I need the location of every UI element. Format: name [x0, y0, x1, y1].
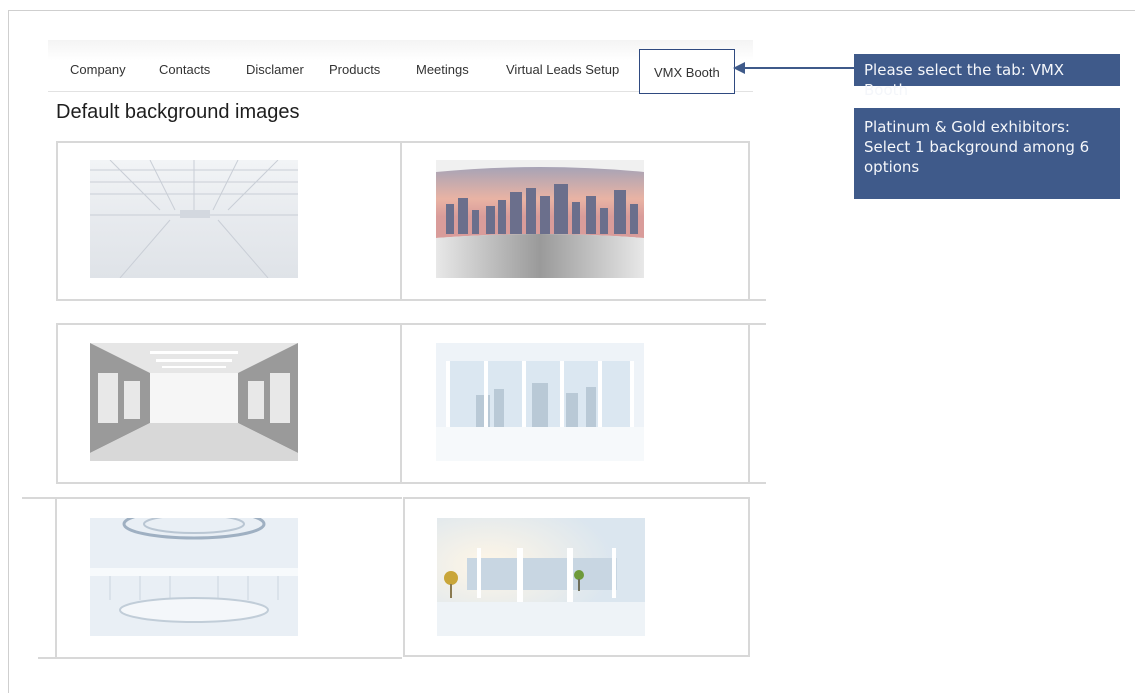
window-wall-city-image [436, 343, 644, 461]
sunlit-lobby-image [437, 518, 645, 636]
background-option-2[interactable] [436, 160, 644, 278]
background-option-5[interactable] [90, 518, 298, 636]
tab-meetings[interactable]: Meetings [416, 62, 469, 77]
tab-virtual-leads-setup[interactable]: Virtual Leads Setup [506, 62, 619, 77]
section-title: Default background images [56, 101, 300, 123]
tab-disclamer[interactable]: Disclamer [246, 62, 304, 77]
city-skyline-image [436, 160, 644, 278]
background-option-1[interactable] [90, 160, 298, 278]
tab-company[interactable]: Company [70, 62, 126, 77]
round-futuristic-hall-image [90, 518, 298, 636]
tab-contacts[interactable]: Contacts [159, 62, 210, 77]
tab-vmx-booth[interactable]: VMX Booth [639, 49, 735, 94]
arrow-left-icon [733, 62, 855, 74]
background-option-3[interactable] [90, 343, 298, 461]
background-option-4[interactable] [436, 343, 644, 461]
background-option-6[interactable] [437, 518, 645, 636]
selection-hint-annotation: Platinum & Gold exhibitors: Select 1 bac… [854, 108, 1120, 199]
bright-corridor-image [90, 343, 298, 461]
tab-products[interactable]: Products [329, 62, 380, 77]
tab-hint-annotation: Please select the tab: VMX Booth [854, 54, 1120, 99]
warehouse-hall-image [90, 160, 298, 278]
